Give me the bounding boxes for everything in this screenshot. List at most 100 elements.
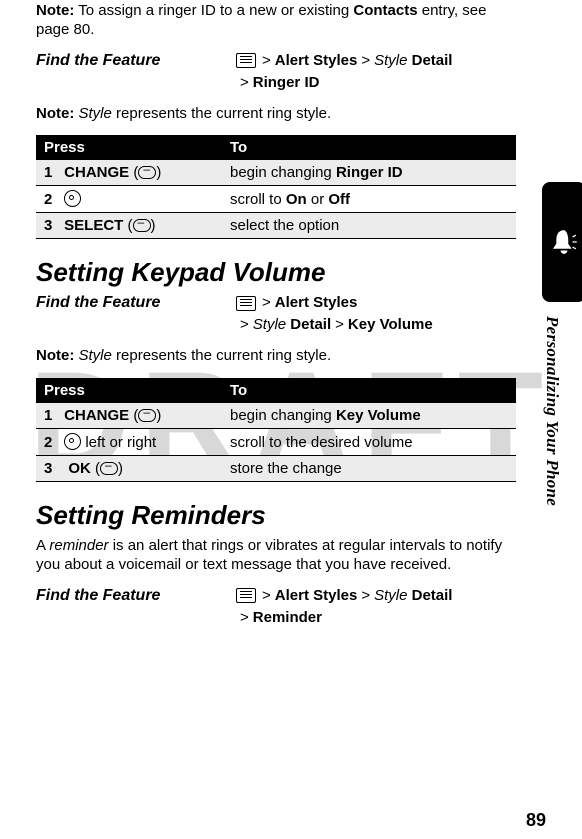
page-number: 89 bbox=[526, 810, 546, 831]
cell-to: scroll to On or Off bbox=[222, 186, 516, 213]
find-the-feature-1: Find the Feature >Alert Styles>Style Det… bbox=[36, 52, 516, 70]
ftf1-ringerid: Ringer ID bbox=[253, 74, 320, 91]
heading-keypad-volume: Setting Keypad Volume bbox=[36, 257, 516, 288]
ftf2-alertstyles: Alert Styles bbox=[275, 294, 358, 311]
note3-label: Note: bbox=[36, 347, 74, 364]
ftf-path-3a: >Alert Styles>Style Detail bbox=[236, 587, 516, 605]
note-2: Note: Style represents the current ring … bbox=[36, 105, 516, 124]
note2-rest: represents the current ring style. bbox=[112, 105, 331, 122]
nav-icon bbox=[64, 190, 81, 207]
kv-bold: Key Volume bbox=[336, 407, 421, 424]
ftf1-alertstyles: Alert Styles bbox=[275, 52, 358, 69]
heading-reminders: Setting Reminders bbox=[36, 500, 516, 531]
table-row: 2 left or right scroll to the desired vo… bbox=[36, 429, 516, 456]
cell-to: begin changing Key Volume bbox=[222, 403, 516, 429]
off-bold: Off bbox=[328, 191, 350, 208]
note3-rest: represents the current ring style. bbox=[112, 347, 331, 364]
ftf-label-2: Find the Feature bbox=[36, 294, 236, 312]
table-row: 1 CHANGE () begin changing Key Volume bbox=[36, 403, 516, 429]
table-row: 3 OK () store the change bbox=[36, 456, 516, 482]
to-text: scroll to bbox=[230, 191, 286, 208]
softkey-icon bbox=[138, 166, 156, 179]
key-change: CHANGE bbox=[64, 407, 129, 424]
find-the-feature-2: Find the Feature >Alert Styles bbox=[36, 294, 516, 312]
softkey-icon bbox=[100, 462, 118, 475]
note3-style: Style bbox=[79, 347, 112, 364]
paren-close: ) bbox=[151, 217, 156, 234]
note-contacts: Contacts bbox=[353, 2, 417, 19]
table-row: 1 CHANGE () begin changing Ringer ID bbox=[36, 160, 516, 186]
ftf2-keyvol: Key Volume bbox=[348, 316, 433, 333]
ftf1-detail: Detail bbox=[412, 52, 453, 69]
note2-label: Note: bbox=[36, 105, 74, 122]
note-label: Note: bbox=[36, 2, 74, 19]
th-to-2: To bbox=[222, 378, 516, 403]
menu-icon bbox=[236, 53, 256, 68]
paren-open: ( bbox=[128, 217, 133, 234]
step-num: 1 bbox=[44, 164, 60, 181]
cell-press: 1 CHANGE () bbox=[36, 403, 222, 429]
ftf2-detail: Detail bbox=[290, 316, 331, 333]
softkey-icon bbox=[133, 219, 151, 232]
softkey-icon bbox=[138, 409, 156, 422]
ringer-id-bold: Ringer ID bbox=[336, 164, 403, 181]
ftf3-style: Style bbox=[374, 587, 407, 604]
nav-icon bbox=[64, 433, 81, 450]
cell-press: 2 bbox=[36, 186, 222, 213]
ftf-path-2a: >Alert Styles bbox=[236, 294, 516, 312]
ftf-path-3b: >Reminder bbox=[236, 609, 516, 626]
ftf3-alertstyles: Alert Styles bbox=[275, 587, 358, 604]
note-text1: To assign a ringer ID to a new or existi… bbox=[78, 2, 353, 19]
table-2: Press To 1 CHANGE () begin changing Key … bbox=[36, 378, 516, 482]
ftf3-reminder: Reminder bbox=[253, 609, 322, 626]
ftf-label-1: Find the Feature bbox=[36, 52, 236, 70]
ftf1-style: Style bbox=[374, 52, 407, 69]
lr-text: left or right bbox=[81, 434, 156, 451]
th-press-1: Press bbox=[36, 135, 222, 160]
or-text: or bbox=[307, 191, 329, 208]
table-row: 3 SELECT () select the option bbox=[36, 213, 516, 239]
rem-italic: reminder bbox=[49, 537, 108, 554]
key-ok: OK bbox=[68, 460, 91, 477]
ftf-path-1a: >Alert Styles>Style Detail bbox=[236, 52, 516, 70]
top-note: Note: To assign a ringer ID to a new or … bbox=[36, 2, 516, 40]
cell-to: begin changing Ringer ID bbox=[222, 160, 516, 186]
cell-press: 3 SELECT () bbox=[36, 213, 222, 239]
ftf-path-1b: >Ringer ID bbox=[236, 74, 516, 91]
table-row: 2 scroll to On or Off bbox=[36, 186, 516, 213]
step-num: 1 bbox=[44, 407, 60, 424]
find-the-feature-3: Find the Feature >Alert Styles>Style Det… bbox=[36, 587, 516, 605]
to-text: begin changing bbox=[230, 164, 336, 181]
step-num: 3 bbox=[44, 460, 60, 477]
menu-icon bbox=[236, 296, 256, 311]
key-change: CHANGE bbox=[64, 164, 129, 181]
ftf-path-2b: >Style Detail>Key Volume bbox=[236, 316, 516, 333]
step-num: 2 bbox=[44, 434, 60, 451]
side-chapter-label: Personalizing Your Phone bbox=[542, 316, 562, 506]
menu-icon bbox=[236, 588, 256, 603]
paren-close: ) bbox=[156, 164, 161, 181]
cell-to: store the change bbox=[222, 456, 516, 482]
table-1: Press To 1 CHANGE () begin changing Ring… bbox=[36, 135, 516, 239]
rem-prefix: A bbox=[36, 537, 49, 554]
ftf-label-3: Find the Feature bbox=[36, 587, 236, 605]
note2-style: Style bbox=[79, 105, 112, 122]
table-row: Press To bbox=[36, 135, 516, 160]
step-num: 3 bbox=[44, 217, 60, 234]
th-press-2: Press bbox=[36, 378, 222, 403]
bell-icon bbox=[547, 225, 581, 259]
bell-icon-box bbox=[542, 182, 582, 302]
ftf2-style: Style bbox=[253, 316, 286, 333]
side-tab: Personalizing Your Phone bbox=[542, 182, 582, 506]
key-select: SELECT bbox=[64, 217, 123, 234]
paren-close: ) bbox=[118, 460, 123, 477]
to-text: begin changing bbox=[230, 407, 336, 424]
cell-to: scroll to the desired volume bbox=[222, 429, 516, 456]
ftf3-detail: Detail bbox=[412, 587, 453, 604]
cell-press: 3 OK () bbox=[36, 456, 222, 482]
paren-close: ) bbox=[156, 407, 161, 424]
th-to-1: To bbox=[222, 135, 516, 160]
cell-press: 1 CHANGE () bbox=[36, 160, 222, 186]
on-bold: On bbox=[286, 191, 307, 208]
step-num: 2 bbox=[44, 191, 60, 208]
